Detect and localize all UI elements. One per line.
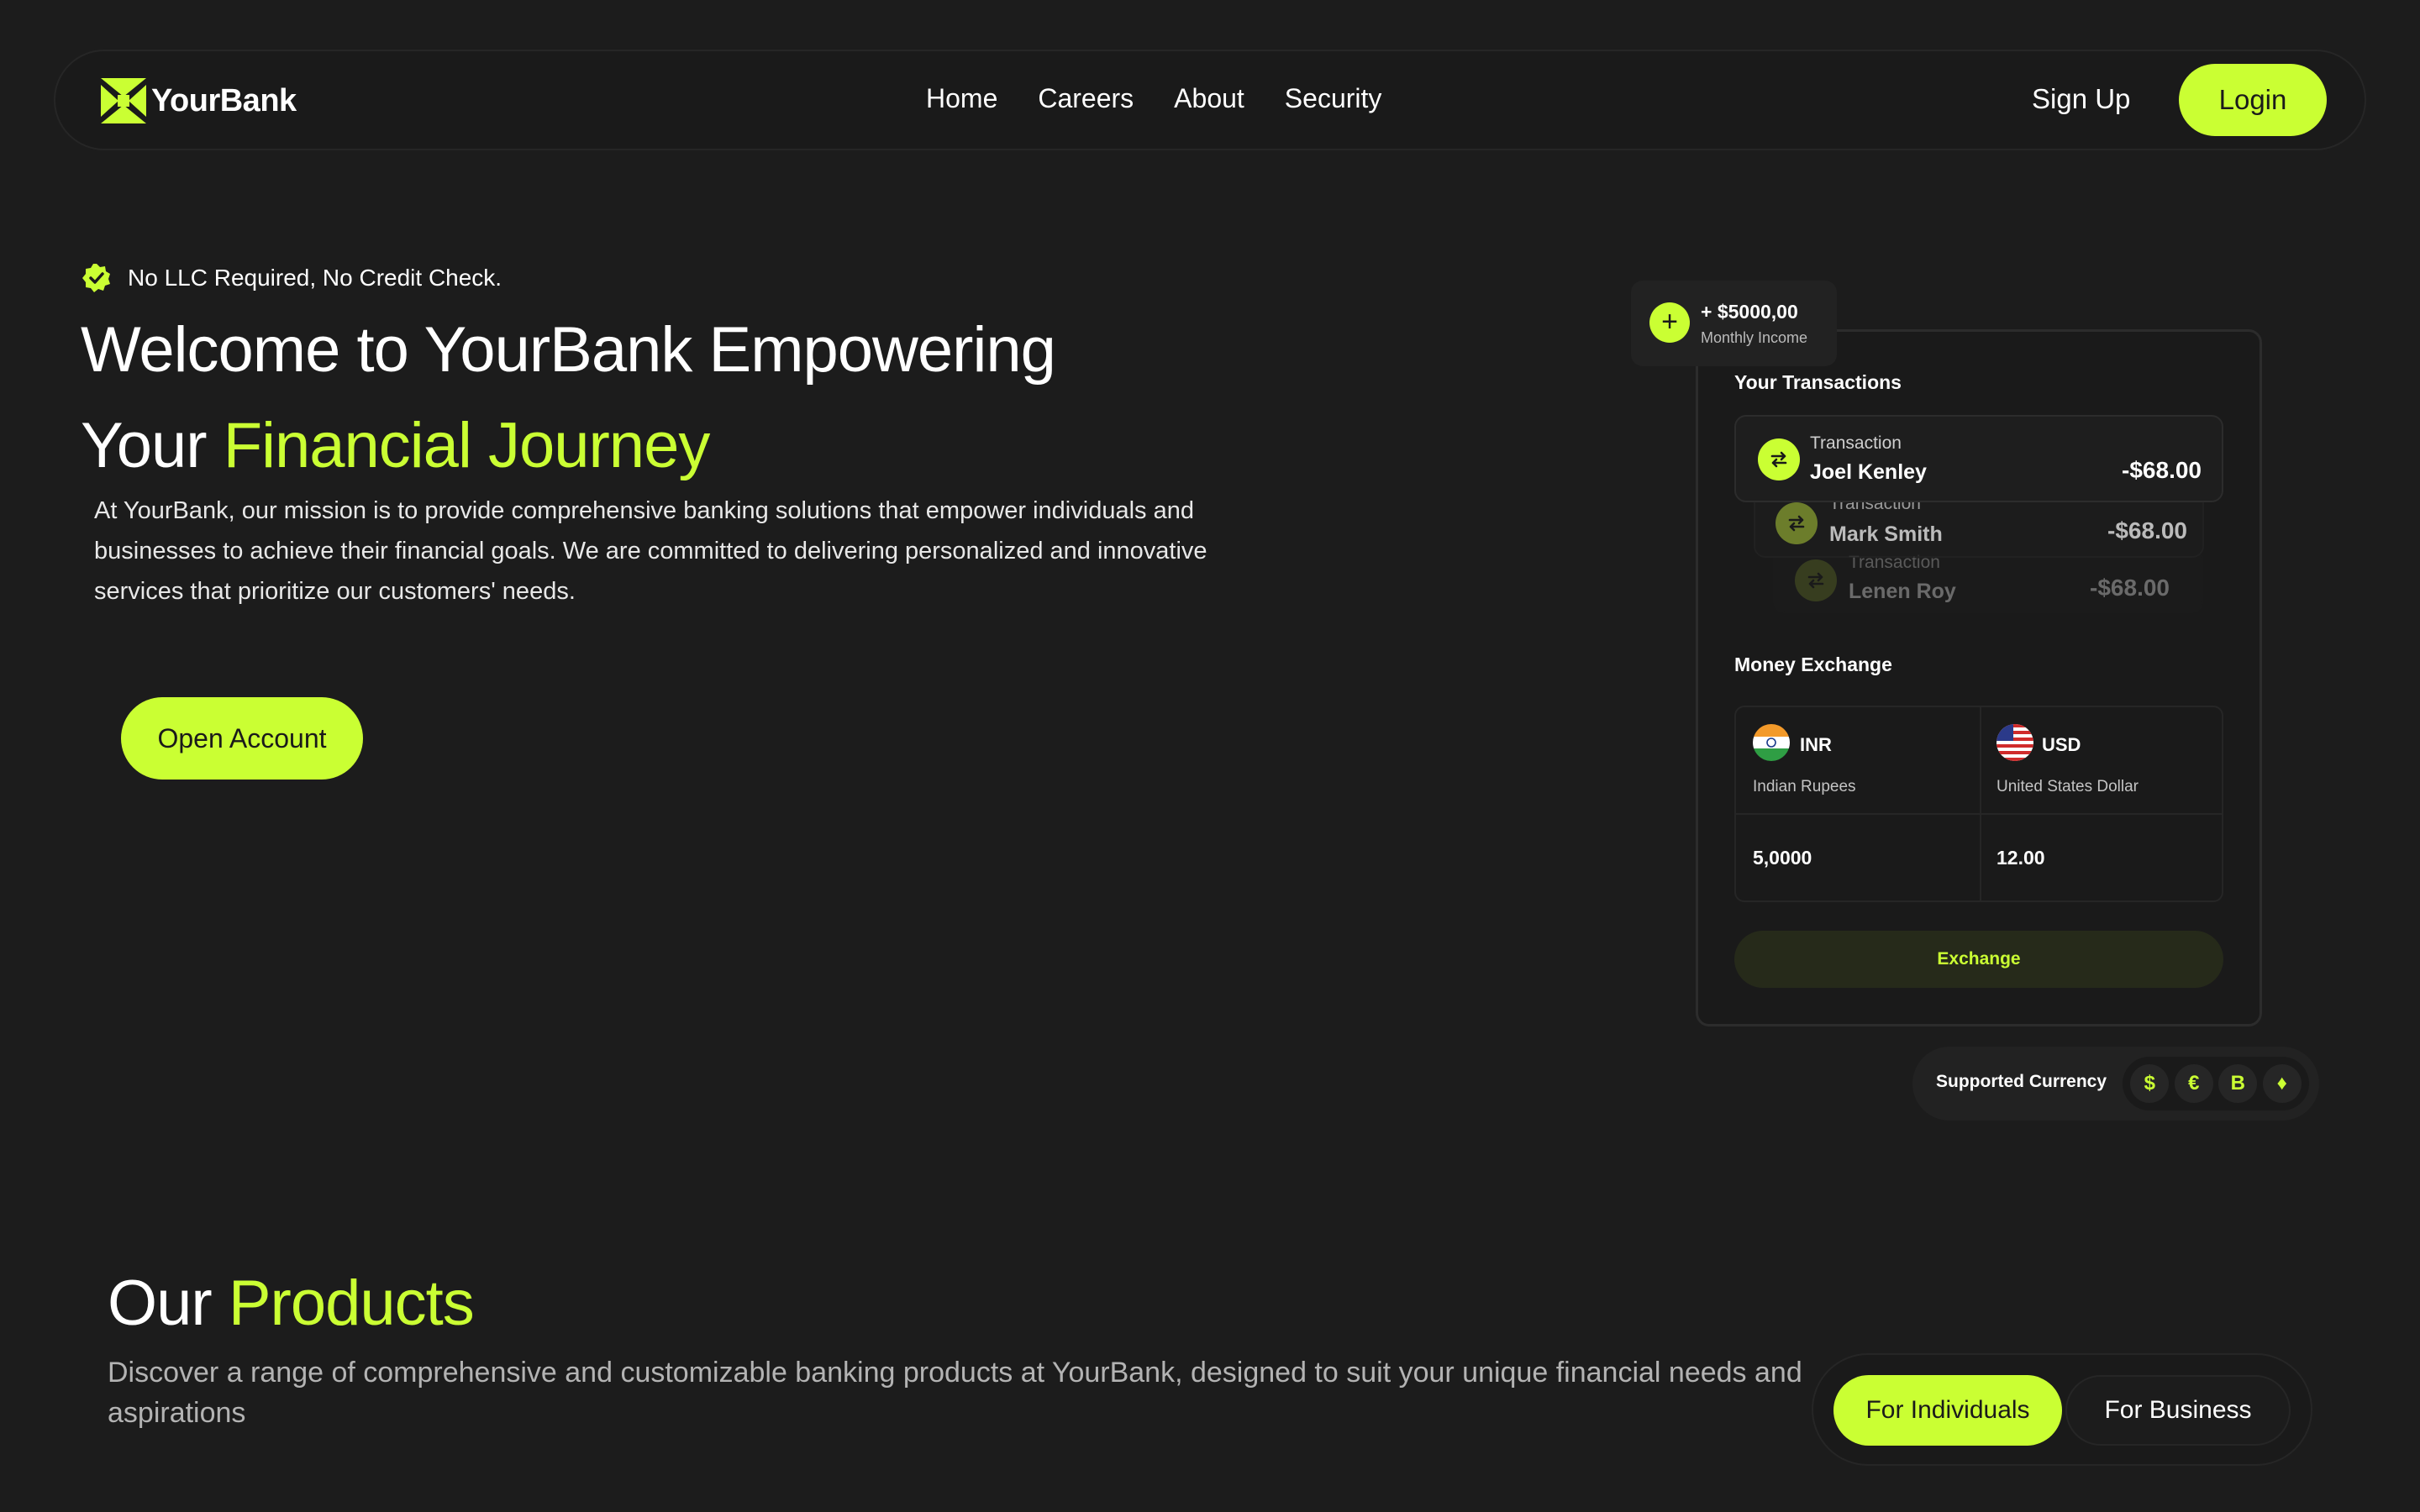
from-currency-selector[interactable]: INR Indian Rupees <box>1736 707 1980 813</box>
transactions-title: Your Transactions <box>1734 371 1902 393</box>
transaction-label: Transaction <box>1810 433 1902 453</box>
products-tabs: For Individuals For Business <box>1812 1353 2312 1466</box>
euro-icon: € <box>2174 1064 2213 1103</box>
from-amount-field[interactable]: 5,0000 <box>1753 847 1812 869</box>
tab-for-business[interactable]: For Business <box>2065 1375 2291 1446</box>
transaction-item[interactable]: Transaction Joel Kenley -$68.00 <box>1734 415 2223 502</box>
india-flag-icon <box>1753 724 1790 761</box>
products-title: Our Products <box>108 1267 475 1340</box>
plus-icon: + <box>1649 302 1690 343</box>
products-title-accent: Products <box>228 1268 475 1339</box>
badge-text: No LLC Required, No Credit Check. <box>128 265 502 291</box>
products-description: Discover a range of comprehensive and cu… <box>108 1357 1802 1429</box>
to-currency-code: USD <box>2042 734 2081 755</box>
hero-description: At YourBank, our mission is to provide c… <box>94 497 1207 605</box>
supported-currency-label: Supported Currency <box>1936 1072 2107 1091</box>
to-currency-selector[interactable]: USD United States Dollar <box>1981 707 2223 813</box>
products-title-plain: Our <box>108 1268 229 1339</box>
supported-currency-pill: Supported Currency $ € B ♦ <box>1912 1047 2319 1121</box>
nav-careers[interactable]: Careers <box>1038 83 1134 114</box>
income-amount: + $5000,00 <box>1701 301 1798 323</box>
swap-icon <box>1795 559 1837 601</box>
hero-title: Welcome to YourBank Empowering Your Fina… <box>81 302 1257 494</box>
logo[interactable]: YourBank <box>101 78 297 123</box>
login-button[interactable]: Login <box>2179 64 2327 136</box>
nav-security[interactable]: Security <box>1285 83 1382 114</box>
bitcoin-icon: B <box>2218 1064 2258 1103</box>
exchange-button[interactable]: Exchange <box>1734 931 2223 988</box>
ethereum-icon: ♦ <box>2262 1064 2302 1103</box>
usa-flag-icon <box>1996 724 2033 761</box>
income-label: Monthly Income <box>1701 329 1808 346</box>
yourbank-logo-icon <box>101 78 146 123</box>
nav-links: Home Careers About Security <box>926 83 1381 114</box>
transaction-name: Lenen Roy <box>1849 580 1956 603</box>
to-amount-field[interactable]: 12.00 <box>1996 847 2045 869</box>
to-currency-name: United States Dollar <box>1996 778 2139 795</box>
hero-title-accent: Financial Journey <box>223 410 711 481</box>
from-currency-code: INR <box>1800 734 1832 755</box>
transaction-amount: -$68.00 <box>2090 575 2170 601</box>
navbar: YourBank Home Careers About Security Sig… <box>54 50 2366 150</box>
signup-link[interactable]: Sign Up <box>2032 83 2130 115</box>
verified-check-icon <box>82 264 110 292</box>
currency-icons: $ € B ♦ <box>2123 1057 2309 1110</box>
brand-name: YourBank <box>151 82 297 118</box>
money-exchange-box: INR Indian Rupees USD United States Doll… <box>1734 706 2223 902</box>
hero-badge: No LLC Required, No Credit Check. <box>81 262 502 294</box>
dollar-icon: $ <box>2130 1064 2170 1103</box>
monthly-income-chip: + + $5000,00 Monthly Income <box>1631 281 1837 366</box>
from-currency-name: Indian Rupees <box>1753 778 1856 795</box>
transaction-name: Joel Kenley <box>1810 460 1927 484</box>
transaction-amount: -$68.00 <box>2122 457 2202 483</box>
hero-title-line2: Your <box>81 410 224 481</box>
open-account-button[interactable]: Open Account <box>121 697 363 780</box>
money-exchange-title: Money Exchange <box>1734 654 1892 675</box>
swap-icon <box>1776 502 1818 544</box>
hero-title-line1: Welcome to YourBank Empowering <box>81 314 1056 386</box>
nav-home[interactable]: Home <box>926 83 997 114</box>
transaction-name: Mark Smith <box>1829 522 1943 546</box>
divider <box>1736 813 2222 815</box>
nav-about[interactable]: About <box>1174 83 1244 114</box>
swap-icon <box>1758 438 1800 480</box>
transaction-amount: -$68.00 <box>2107 517 2187 543</box>
tab-for-individuals[interactable]: For Individuals <box>1833 1375 2062 1446</box>
